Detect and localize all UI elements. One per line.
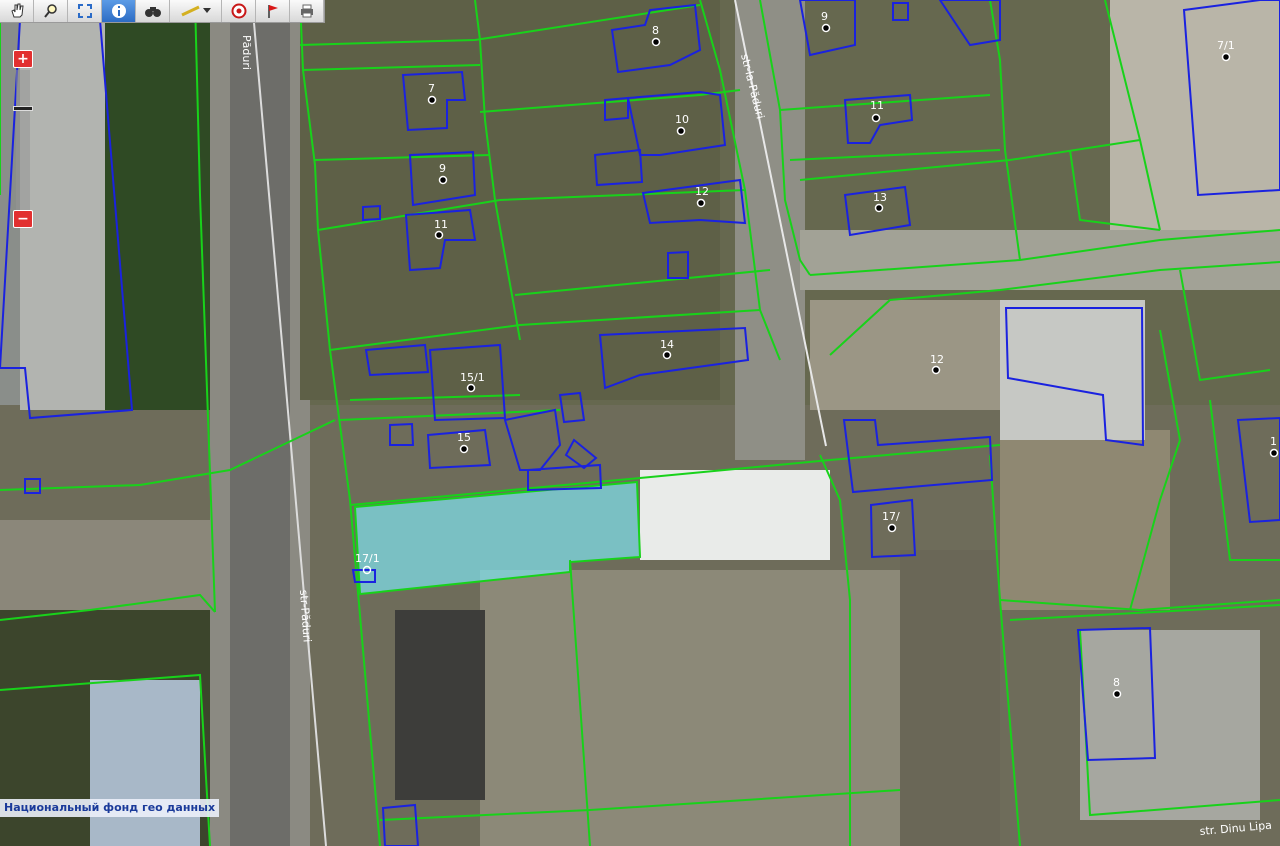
parcel-marker [651,37,661,47]
attribution-label: Национальный фонд гео данных [0,799,220,817]
parcel-marker [662,350,672,360]
zoom-tool-button[interactable] [34,0,68,22]
map-canvas[interactable]: 8 9 7 10 11 9 12 13 11 14 12 15/1 15 17/… [0,0,1280,846]
printer-icon [300,4,313,18]
parcel-marker [1269,448,1279,458]
identify-tool-button[interactable] [222,0,256,22]
parcel-label: 9 [821,10,828,23]
measure-tool-button[interactable] [170,0,222,22]
flag-icon [267,5,278,18]
parcel-label: 8 [652,24,659,37]
parcel-label: 15 [457,431,471,444]
parcel-marker [931,365,941,375]
parcel-label: 8 [1113,676,1120,689]
parcel-marker [459,444,469,454]
street-label: Păduri [240,35,253,70]
parcel-marker [696,198,706,208]
parcel-marker [427,95,437,105]
parcel-label: 11 [870,99,884,112]
pan-tool-button[interactable] [0,0,34,22]
parcel-marker [874,203,884,213]
dropdown-arrow-icon [202,8,211,13]
parcel-label: 7 [428,82,435,95]
parcel-marker [438,175,448,185]
parcel-label: 10 [675,113,689,126]
parcel-marker [676,126,686,136]
zoom-control: + − [13,50,35,230]
parcel-label: 9 [439,162,446,175]
zoom-out-button[interactable]: − [13,210,33,228]
parcel-label: 15/1 [460,371,485,384]
extent-icon [77,4,92,18]
parcel-label: 14 [660,338,674,351]
zoom-extent-button[interactable] [68,0,102,22]
parcel-label: 17/1 [355,552,380,565]
parcel-label: 7/1 [1217,39,1235,52]
info-tool-button[interactable] [102,0,136,22]
find-tool-button[interactable] [136,0,170,22]
target-icon [231,3,246,19]
zoom-slider-track[interactable] [13,70,33,210]
parcel-marker [1221,52,1231,62]
print-tool-button[interactable] [290,0,324,22]
parcel-marker [1112,689,1122,699]
parcel-label: 11 [434,218,448,231]
flag-tool-button[interactable] [256,0,290,22]
parcel-marker [887,523,897,533]
parcel-marker [871,113,881,123]
binoculars-icon [144,7,161,17]
hand-icon [10,3,24,18]
parcel-marker [466,383,476,393]
magnifier-icon [43,4,57,18]
map-toolbar [0,0,325,23]
info-icon [111,4,126,18]
zoom-slider-thumb[interactable] [13,106,33,112]
parcel-label: 13 [873,191,887,204]
parcel-label: 12 [695,185,709,198]
parcel-label: 1 [1270,435,1277,448]
zoom-in-button[interactable]: + [13,50,33,68]
parcel-label: 12 [930,353,944,366]
parcel-label: 17/ [882,510,900,523]
parcel-marker [821,23,831,33]
parcel-marker [434,230,444,240]
ruler-icon [180,5,200,17]
